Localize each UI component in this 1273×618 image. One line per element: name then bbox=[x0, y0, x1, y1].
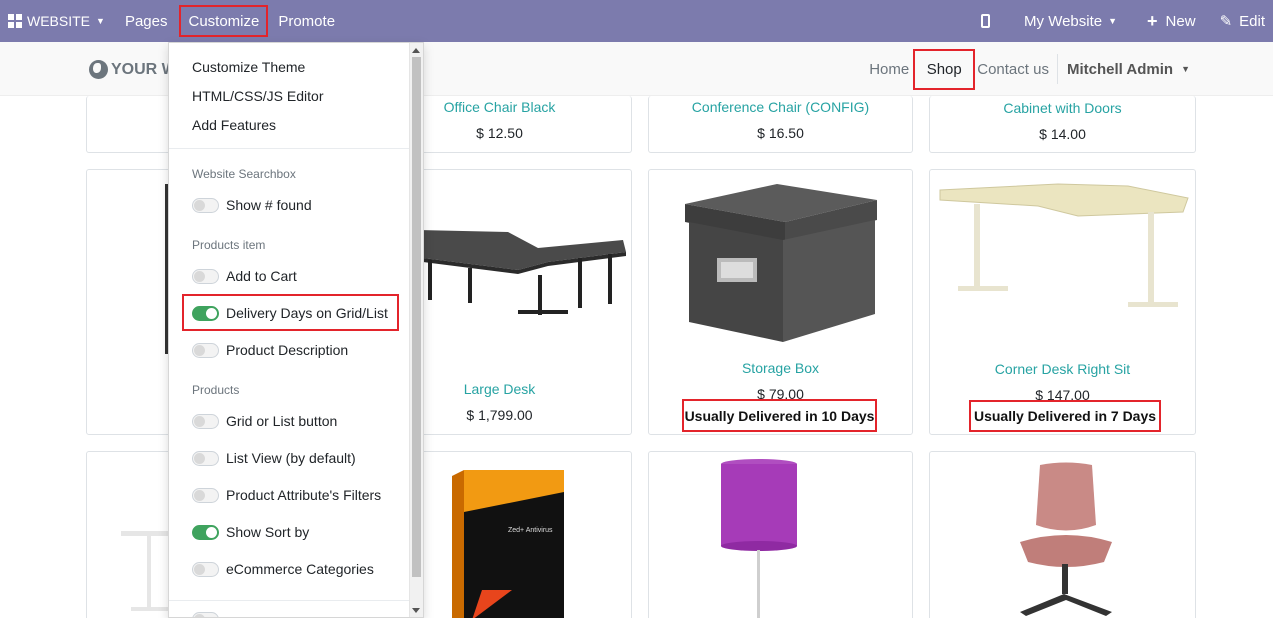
new-button[interactable]: + New bbox=[1133, 0, 1210, 42]
option-ecommerce-categories[interactable]: eCommerce Categories bbox=[192, 559, 374, 579]
product-card[interactable]: Corner Desk Right Sit $ 147.00 Usually D… bbox=[929, 169, 1196, 435]
large-desk-image bbox=[418, 230, 626, 315]
website-menu-label: WEBSITE bbox=[27, 13, 91, 29]
option-label: List View (by default) bbox=[226, 450, 356, 466]
globe-icon bbox=[89, 60, 108, 79]
option-list-view-default[interactable]: List View (by default) bbox=[192, 448, 356, 468]
section-header: Website Searchbox bbox=[192, 167, 296, 181]
option-show-found[interactable]: Show # found bbox=[192, 195, 312, 215]
section-header: Products item bbox=[192, 238, 266, 252]
delivery-days-badge: Usually Delivered in 10 Days bbox=[682, 399, 877, 432]
apps-grid-icon bbox=[8, 14, 22, 28]
antivirus-box-image: Zed+ Antivirus bbox=[452, 470, 564, 618]
toggle-switch[interactable] bbox=[192, 450, 219, 466]
option-grid-list-button[interactable]: Grid or List button bbox=[192, 411, 337, 431]
new-label: New bbox=[1165, 12, 1196, 30]
pencil-icon: ✎ bbox=[1219, 13, 1233, 30]
toggle-switch[interactable] bbox=[192, 561, 219, 577]
customize-theme-link[interactable]: Customize Theme bbox=[192, 59, 305, 75]
nav-contact[interactable]: Contact us bbox=[977, 61, 1049, 78]
scroll-up-arrow-icon[interactable] bbox=[412, 48, 420, 53]
product-card[interactable]: Cabinet with Doors $ 14.00 bbox=[929, 96, 1196, 153]
my-website-menu[interactable]: My Website ▼ bbox=[1008, 0, 1133, 42]
dropdown-scrollbar[interactable] bbox=[409, 43, 423, 617]
user-name: Mitchell Admin bbox=[1066, 60, 1174, 78]
product-card[interactable]: Conference Chair (CONFIG) $ 16.50 bbox=[648, 96, 913, 153]
option-add-to-cart[interactable]: Add to Cart bbox=[192, 266, 297, 286]
delivery-days-text: Usually Delivered in 10 Days bbox=[684, 407, 875, 424]
user-menu[interactable]: Mitchell Admin ▼ bbox=[1067, 61, 1190, 78]
site-logo[interactable]: YOUR W bbox=[89, 60, 177, 79]
scroll-down-arrow-icon[interactable] bbox=[412, 608, 420, 613]
nav-divider bbox=[1056, 54, 1058, 84]
product-price: $ 14.00 bbox=[1039, 126, 1086, 142]
product-name[interactable]: Storage Box bbox=[649, 360, 912, 376]
product-card[interactable] bbox=[929, 451, 1196, 618]
chair-image bbox=[1020, 462, 1112, 616]
edit-label: Edit bbox=[1239, 12, 1265, 30]
caret-down-icon: ▼ bbox=[1108, 16, 1118, 26]
menu-divider bbox=[169, 600, 410, 601]
option-label: eCommerce Categories bbox=[226, 561, 374, 577]
product-card[interactable] bbox=[648, 451, 913, 618]
option-label: Product Attribute's Filters bbox=[226, 487, 382, 503]
option-label: Show Sort by bbox=[226, 524, 310, 540]
option-label: Grid or List button bbox=[226, 413, 338, 429]
corner-desk-image bbox=[939, 183, 1189, 307]
toggle-switch[interactable] bbox=[192, 413, 219, 429]
option-show-sort-by[interactable]: Show Sort by bbox=[192, 522, 309, 542]
customize-dropdown: Customize Theme HTML/CSS/JS Editor Add F… bbox=[168, 42, 424, 618]
toggle-switch[interactable] bbox=[192, 197, 219, 213]
mobile-preview-button[interactable] bbox=[963, 0, 1008, 42]
caret-down-icon: ▼ bbox=[96, 16, 105, 26]
html-css-js-editor-link[interactable]: HTML/CSS/JS Editor bbox=[192, 88, 323, 104]
logo-text: YOUR W bbox=[111, 60, 177, 78]
main-nav: Home Shop Contact us Mitchell Admin ▼ bbox=[869, 42, 1190, 96]
nav-shop[interactable]: Shop bbox=[913, 48, 976, 90]
product-name[interactable]: Corner Desk Right Sit bbox=[930, 361, 1195, 377]
toggle-switch[interactable] bbox=[192, 342, 219, 358]
product-name[interactable]: Conference Chair (CONFIG) bbox=[649, 99, 912, 115]
add-features-link[interactable]: Add Features bbox=[192, 117, 276, 133]
toggle-switch[interactable] bbox=[192, 268, 219, 284]
plus-icon: + bbox=[1147, 10, 1158, 31]
storage-box-image bbox=[685, 184, 877, 342]
section-header: Products bbox=[192, 383, 240, 397]
customize-menu[interactable]: Customize bbox=[179, 5, 269, 37]
option-label: Delivery Days on Grid/List bbox=[226, 305, 388, 321]
menu-divider bbox=[169, 148, 410, 149]
product-card[interactable]: Storage Box $ 79.00 Usually Delivered in… bbox=[648, 169, 913, 435]
toggle-switch[interactable] bbox=[192, 487, 219, 503]
my-website-label: My Website bbox=[1024, 12, 1103, 30]
option-label: Product Description bbox=[226, 342, 349, 358]
scrollbar-thumb[interactable] bbox=[412, 57, 421, 577]
caret-down-icon: ▼ bbox=[1181, 64, 1190, 74]
edit-button[interactable]: ✎ Edit bbox=[1210, 0, 1273, 42]
website-admin-bar: WEBSITE ▼ Pages Customize Promote My Web… bbox=[0, 0, 1273, 42]
pages-menu[interactable]: Pages bbox=[115, 0, 178, 42]
option-product-description[interactable]: Product Description bbox=[192, 340, 348, 360]
svg-text:Zed+ Antivirus: Zed+ Antivirus bbox=[508, 527, 553, 534]
nav-home[interactable]: Home bbox=[869, 61, 909, 78]
option-delivery-days[interactable]: Delivery Days on Grid/List bbox=[192, 303, 388, 323]
lamp-image bbox=[721, 459, 797, 618]
delivery-days-badge: Usually Delivered in 7 Days bbox=[969, 400, 1161, 432]
toggle-switch[interactable] bbox=[192, 524, 219, 540]
option-partial-next[interactable] bbox=[192, 609, 226, 617]
promote-menu[interactable]: Promote bbox=[268, 0, 345, 42]
toggle-switch[interactable] bbox=[192, 305, 219, 321]
option-attribute-filters[interactable]: Product Attribute's Filters bbox=[192, 485, 381, 505]
mobile-phone-icon bbox=[981, 14, 991, 28]
option-label: Add to Cart bbox=[226, 268, 297, 284]
product-name[interactable]: Cabinet with Doors bbox=[930, 100, 1195, 116]
product-price: $ 16.50 bbox=[757, 125, 804, 141]
website-app-menu[interactable]: WEBSITE ▼ bbox=[0, 0, 115, 42]
option-label: Show # found bbox=[226, 197, 312, 213]
toggle-switch[interactable] bbox=[192, 611, 219, 617]
delivery-days-text: Usually Delivered in 7 Days bbox=[973, 408, 1157, 424]
